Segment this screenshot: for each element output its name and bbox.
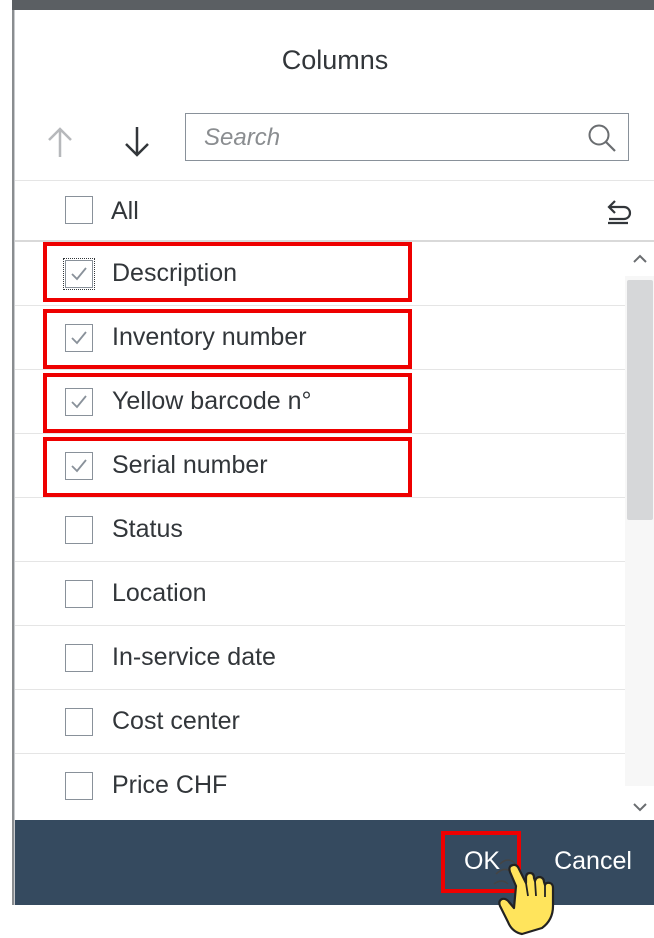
column-label: Status xyxy=(112,515,183,543)
move-up-button[interactable] xyxy=(40,122,80,162)
column-checkbox[interactable] xyxy=(65,324,93,352)
pointer-hand-icon xyxy=(493,859,555,936)
column-label: In-service date xyxy=(112,643,276,671)
column-list: Description Inventory number Yellow barc… xyxy=(15,242,625,820)
select-all-checkbox[interactable] xyxy=(65,196,93,224)
column-checkbox[interactable] xyxy=(65,452,93,480)
checkmark-icon xyxy=(71,459,87,473)
search-field[interactable] xyxy=(185,113,629,161)
search-input[interactable] xyxy=(186,114,596,161)
column-row-serial-number[interactable]: Serial number xyxy=(15,434,625,498)
column-checkbox[interactable] xyxy=(65,644,93,672)
select-all-label: All xyxy=(111,197,139,225)
column-label: Inventory number xyxy=(112,323,307,351)
list-scrollbar[interactable] xyxy=(625,242,654,820)
background-window-edge xyxy=(0,0,14,905)
dialog-toolbar xyxy=(15,110,654,180)
scrollbar-thumb[interactable] xyxy=(627,280,653,520)
column-row-cost-center[interactable]: Cost center xyxy=(15,690,625,754)
column-checkbox[interactable] xyxy=(63,258,95,290)
column-checkbox[interactable] xyxy=(65,772,93,800)
dialog-title: Columns xyxy=(281,44,389,75)
column-row-description[interactable]: Description xyxy=(15,242,625,306)
column-row-in-service-date[interactable]: In-service date xyxy=(15,626,625,690)
column-label: Cost center xyxy=(112,707,240,735)
search-icon[interactable] xyxy=(586,122,618,154)
column-label: Description xyxy=(112,259,238,287)
column-checkbox[interactable] xyxy=(65,708,93,736)
column-checkbox[interactable] xyxy=(65,580,93,608)
column-label: Serial number xyxy=(112,451,268,479)
dialog-top-edge xyxy=(12,0,654,10)
chevron-up-icon[interactable] xyxy=(631,250,649,268)
arrow-down-icon xyxy=(125,127,149,157)
arrow-up-icon xyxy=(48,127,72,157)
column-row-yellow-barcode[interactable]: Yellow barcode n° xyxy=(15,370,625,434)
checkmark-icon xyxy=(71,395,87,409)
column-label: Price CHF xyxy=(112,771,228,799)
columns-dialog: Columns All xyxy=(14,10,654,905)
move-down-button[interactable] xyxy=(117,122,157,162)
column-checkbox[interactable] xyxy=(65,388,93,416)
column-row-location[interactable]: Location xyxy=(15,562,625,626)
column-label: Yellow barcode n° xyxy=(112,387,312,415)
column-row-inventory-number[interactable]: Inventory number xyxy=(15,306,625,370)
column-label: Location xyxy=(112,579,207,607)
undo-icon[interactable] xyxy=(601,195,635,229)
checkmark-icon xyxy=(71,267,87,281)
chevron-down-icon[interactable] xyxy=(631,798,649,816)
checkmark-icon xyxy=(71,331,87,345)
select-all-row[interactable]: All xyxy=(15,180,654,242)
column-row-price-chf[interactable]: Price CHF xyxy=(15,754,625,818)
column-row-status[interactable]: Status xyxy=(15,498,625,562)
column-checkbox[interactable] xyxy=(65,516,93,544)
